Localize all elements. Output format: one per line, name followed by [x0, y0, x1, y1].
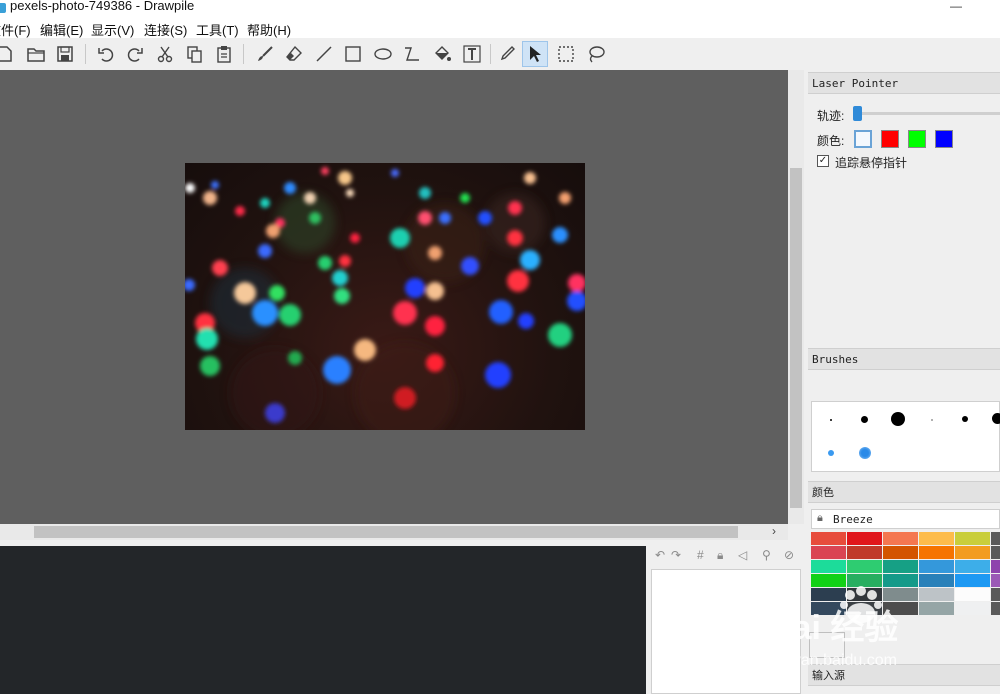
- brush-preset[interactable]: [992, 413, 1000, 424]
- color-picker-icon[interactable]: [494, 41, 520, 67]
- selection-icon[interactable]: [553, 41, 579, 67]
- palette-color[interactable]: [991, 560, 1000, 573]
- palette-color[interactable]: [919, 532, 954, 545]
- line-icon[interactable]: [311, 41, 337, 67]
- title-bar: pexels-photo-749386 - Drawpile —: [0, 0, 1000, 18]
- laser-pointer-icon[interactable]: [522, 41, 548, 67]
- grid-icon[interactable]: #: [697, 548, 704, 562]
- redo-small-icon[interactable]: ↷: [671, 548, 681, 562]
- laser-color-blue[interactable]: [935, 130, 953, 148]
- chat-area[interactable]: [0, 546, 646, 694]
- open-icon[interactable]: [23, 41, 49, 67]
- palette-color[interactable]: [811, 560, 846, 573]
- palette-color[interactable]: [847, 560, 882, 573]
- annotation-icon[interactable]: ◁: [738, 548, 747, 562]
- brush-preset[interactable]: [830, 419, 832, 421]
- lock-icon[interactable]: 🔒︎: [817, 512, 823, 525]
- watermark-text: Bai 经验: [768, 608, 898, 647]
- palette-color[interactable]: [919, 546, 954, 559]
- ellipse-icon[interactable]: [370, 41, 396, 67]
- menu-session[interactable]: 连接(S): [144, 20, 187, 39]
- save-icon[interactable]: [52, 41, 78, 67]
- menu-bar: 文件(F) 编辑(E) 显示(V) 连接(S) 工具(T) 帮助(H): [0, 18, 1000, 38]
- paste-icon[interactable]: [211, 41, 237, 67]
- laser-color-white[interactable]: [854, 130, 872, 148]
- horizontal-scrollbar-thumb[interactable]: [34, 526, 738, 538]
- lasso-icon[interactable]: [583, 41, 609, 67]
- minimize-button[interactable]: —: [950, 0, 966, 13]
- lock-small-icon[interactable]: 🔒︎: [717, 548, 723, 563]
- baidu-watermark: Bai 经验 jingyan.baidu.com: [767, 585, 1000, 670]
- bezier-icon[interactable]: [399, 41, 425, 67]
- menu-view[interactable]: 显示(V): [91, 20, 134, 39]
- brush-preset[interactable]: [828, 450, 834, 456]
- laser-panel-title: Laser Pointer: [808, 72, 1000, 94]
- trail-slider-handle[interactable]: [853, 106, 862, 121]
- copy-icon[interactable]: [181, 41, 207, 67]
- brush-icon[interactable]: [252, 41, 278, 67]
- brush-preset[interactable]: [962, 416, 968, 422]
- palette-color[interactable]: [991, 532, 1000, 545]
- palette-color[interactable]: [955, 546, 990, 559]
- brush-preset[interactable]: [931, 419, 933, 421]
- trail-label: 轨迹:: [817, 109, 845, 123]
- track-hover-label: 追踪悬停指针: [835, 156, 908, 170]
- palette-color[interactable]: [811, 532, 846, 545]
- palette-color[interactable]: [919, 560, 954, 573]
- palette-color[interactable]: [883, 560, 918, 573]
- brush-preset[interactable]: [861, 416, 868, 423]
- palette-color[interactable]: [883, 532, 918, 545]
- undo-icon[interactable]: [93, 41, 119, 67]
- menu-edit[interactable]: 编辑(E): [40, 20, 83, 39]
- palette-color[interactable]: [955, 532, 990, 545]
- palette-color[interactable]: [847, 532, 882, 545]
- brush-preset[interactable]: [891, 412, 905, 426]
- ban-icon[interactable]: ⊘: [784, 548, 794, 562]
- eraser-icon[interactable]: [281, 41, 307, 67]
- brush-presets[interactable]: [811, 401, 1000, 472]
- cut-icon[interactable]: [152, 41, 178, 67]
- horizontal-scrollbar[interactable]: ›: [0, 524, 788, 540]
- user-lock-icon[interactable]: ⚲: [762, 548, 771, 562]
- track-hover-checkbox[interactable]: ✓: [817, 155, 829, 167]
- menu-tools[interactable]: 工具(T): [196, 20, 239, 39]
- watermark-url: jingyan.baidu.com: [768, 652, 897, 669]
- toolbar: [0, 38, 1000, 71]
- text-icon[interactable]: [459, 41, 485, 67]
- menu-file[interactable]: 文件(F): [0, 20, 31, 39]
- brushes-panel-title: Brushes: [808, 348, 1000, 370]
- new-icon[interactable]: [0, 41, 18, 67]
- brush-preset[interactable]: [859, 447, 871, 459]
- color-panel-title: 颜色: [808, 481, 1000, 503]
- trail-slider[interactable]: [855, 112, 1000, 115]
- palette-color[interactable]: [955, 560, 990, 573]
- rectangle-icon[interactable]: [340, 41, 366, 67]
- palette-color[interactable]: [883, 546, 918, 559]
- vertical-scrollbar-thumb[interactable]: [790, 168, 802, 508]
- window-title: pexels-photo-749386 - Drawpile: [10, 0, 195, 13]
- undo-small-icon[interactable]: ↶: [655, 548, 665, 562]
- vertical-scrollbar[interactable]: [788, 70, 804, 524]
- palette-color[interactable]: [847, 546, 882, 559]
- palette-color[interactable]: [811, 546, 846, 559]
- laser-color-red[interactable]: [881, 130, 899, 148]
- app-icon: [0, 3, 6, 13]
- scroll-right-icon[interactable]: ›: [772, 524, 776, 538]
- fill-icon[interactable]: [429, 41, 455, 67]
- redo-icon[interactable]: [122, 41, 148, 67]
- palette-color[interactable]: [991, 546, 1000, 559]
- menu-help[interactable]: 帮助(H): [247, 20, 291, 39]
- canvas-image: [185, 163, 585, 430]
- palette-name: Breeze: [833, 513, 873, 526]
- color-label: 颜色:: [817, 134, 845, 148]
- laser-color-green[interactable]: [908, 130, 926, 148]
